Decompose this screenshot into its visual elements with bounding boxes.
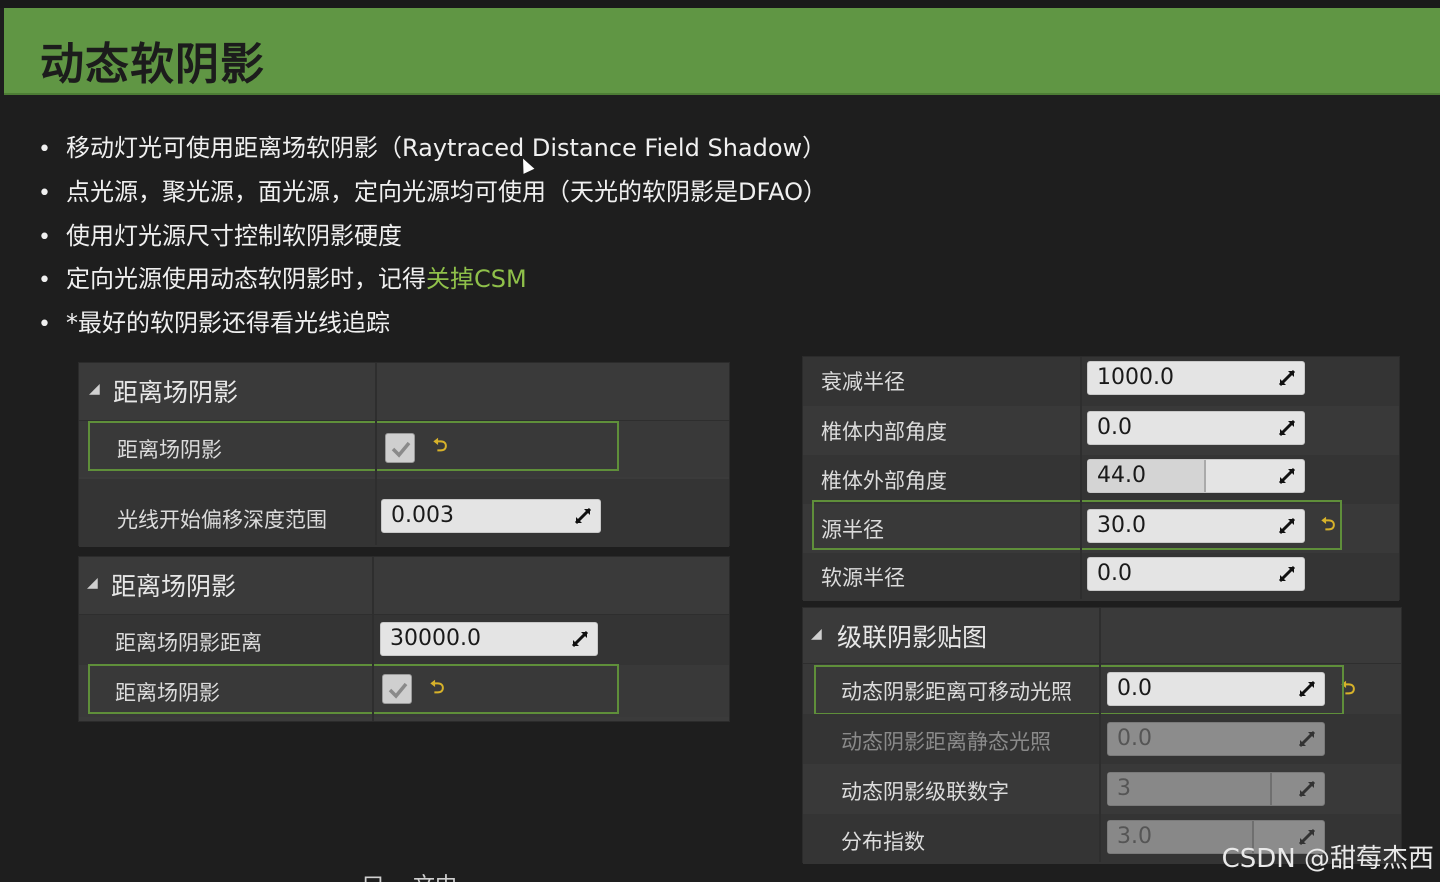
soft-source-radius-input[interactable]: 0.0 [1087,557,1305,591]
property-row: 软源半径 0.0 [803,553,1399,601]
top-strip [0,0,1440,8]
attenuation-radius-input[interactable]: 1000.0 [1087,361,1305,395]
property-row: 动态阴影距离静态光照 0.0 [803,714,1401,764]
title-bar: 动态软阴影 [4,8,1440,95]
offset-depth-input[interactable]: 0.003 [381,499,601,533]
bullet-highlight: 关掉CSM [426,265,527,293]
field-value: 0.0 [1097,415,1132,440]
drag-arrows-icon[interactable] [574,507,592,525]
bullet-item: • 定向光源使用动态软阴影时，记得关掉CSM [38,259,527,294]
field-value: 3 [1117,776,1131,801]
field-value: 3.0 [1117,824,1152,849]
slider-fill [1108,773,1272,805]
drag-arrows-icon[interactable] [571,630,589,648]
distance-row: 距离场阴影距离 30000.0 [79,615,729,665]
distance-field-shadow-panel-2: ◢ 距离场阴影 距离场阴影距离 30000.0 距离场阴影 ⮌ [78,556,730,722]
property-row: 动态阴影级联数字 3 [803,764,1401,814]
bullet-text: *最好的软阴影还得看光线追踪 [66,309,390,337]
bullet-text: 移动灯光可使用距离场软阴影（Raytraced Distance Field S… [66,134,827,162]
row-label: 椎体外部角度 [821,469,947,493]
bottom-caption: …口 …文中… [340,868,479,882]
triangle-down-icon[interactable]: ◢ [89,381,100,397]
row-label: 光线开始偏移深度范围 [117,508,327,532]
drag-arrows-icon[interactable] [1278,467,1296,485]
drag-arrows-icon[interactable] [1298,780,1316,798]
field-value: 0.0 [1117,726,1152,751]
bullet-text: 使用灯光源尺寸控制软阴影硬度 [66,222,402,250]
panel-header[interactable]: ◢ 级联阴影贴图 [803,608,1401,664]
bullet-dot-icon: • [38,137,51,162]
cascaded-shadow-map-panel: ◢ 级联阴影贴图 动态阴影距离可移动光照 0.0 ⮌ 动态阴影距离静态光照 0.… [802,607,1402,864]
field-value: 30000.0 [390,626,481,651]
column-divider[interactable] [372,557,374,721]
drag-arrows-icon[interactable] [1278,419,1296,437]
property-row: 椎体内部角度 0.0 [803,406,1399,455]
slide-title: 动态软阴影 [40,39,265,90]
dynamic-shadow-cascades-input[interactable]: 3 [1107,772,1325,806]
column-divider[interactable] [1099,608,1101,862]
field-value: 0.0 [1097,561,1132,586]
bullet-item: • 点光源，聚光源，面光源，定向光源均可使用（天光的软阴影是DFAO） [38,172,827,207]
panel-header-label: 距离场阴影 [111,572,237,601]
drag-arrows-icon[interactable] [1278,565,1296,583]
field-value: 0.003 [391,503,454,528]
offset-row: 光线开始偏移深度范围 0.003 [79,479,729,547]
bullet-dot-icon: • [38,225,51,250]
bullet-dot-icon: • [38,181,51,206]
property-row: 椎体外部角度 44.0 [803,455,1399,504]
bullet-item: • *最好的软阴影还得看光线追踪 [38,303,390,338]
field-value: 1000.0 [1097,365,1174,390]
row-label: 动态阴影级联数字 [841,780,1009,804]
distance-field-shadow-panel: ◢ 距离场阴影 距离场阴影 ⮌ 光线开始偏移深度范围 0.003 [78,362,730,547]
distance-field-shadow-distance-input[interactable]: 30000.0 [380,622,598,656]
bullet-dot-icon: • [38,312,51,337]
row-label: 软源半径 [821,566,905,590]
property-row: 衰减半径 1000.0 [803,357,1399,406]
highlight-box [814,665,1344,715]
panel-header[interactable]: ◢ 距离场阴影 [79,557,729,615]
bullet-dot-icon: • [38,268,51,293]
light-properties-panel: 衰减半径 1000.0 椎体内部角度 0.0 椎体外部角度 44.0 源半径 3… [802,356,1400,601]
bullet-item: • 移动灯光可使用距离场软阴影（Raytraced Distance Field … [38,128,826,163]
panel-header[interactable]: ◢ 距离场阴影 [79,363,729,421]
highlight-box [88,421,619,471]
triangle-down-icon[interactable]: ◢ [87,575,98,591]
bullet-text: 点光源，聚光源，面光源，定向光源均可使用（天光的软阴影是DFAO） [66,178,827,206]
watermark: CSDN @甜莓杰西 [1221,844,1434,874]
inner-cone-angle-input[interactable]: 0.0 [1087,411,1305,445]
triangle-down-icon[interactable]: ◢ [811,626,822,642]
highlight-box [812,500,1342,550]
bullet-text: 定向光源使用动态软阴影时，记得 [66,265,426,293]
row-label: 椎体内部角度 [821,420,947,444]
bullet-item: • 使用灯光源尺寸控制软阴影硬度 [38,216,402,251]
panel-header-label: 距离场阴影 [113,378,239,407]
column-divider[interactable] [375,363,377,545]
drag-arrows-icon [1298,730,1316,748]
row-label: 动态阴影距离静态光照 [841,730,1051,754]
row-label: 分布指数 [841,830,925,854]
highlight-box [88,664,619,714]
drag-arrows-icon[interactable] [1278,369,1296,387]
outer-cone-angle-input[interactable]: 44.0 [1087,459,1305,493]
panel-header-label: 级联阴影贴图 [837,623,988,652]
row-label: 衰减半径 [821,370,905,394]
row-label: 距离场阴影距离 [115,631,262,655]
dynamic-shadow-distance-stationary-input: 0.0 [1107,722,1325,756]
column-divider[interactable] [1080,357,1082,599]
field-value: 44.0 [1097,463,1146,488]
